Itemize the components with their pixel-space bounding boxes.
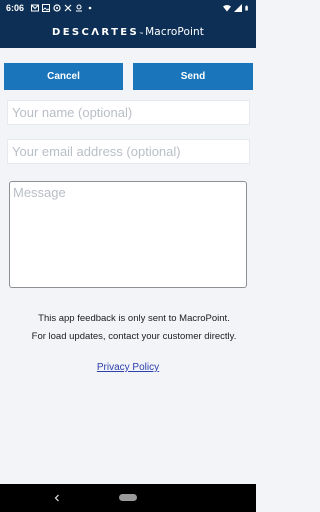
status-bar: 6:06 xyxy=(0,0,256,16)
battery-icon xyxy=(245,5,248,11)
navigation-bar xyxy=(0,484,256,512)
send-button[interactable]: Send xyxy=(133,63,253,90)
cancel-button[interactable]: Cancel xyxy=(4,63,123,90)
wifi-icon xyxy=(223,5,231,12)
notification-icons xyxy=(31,4,94,12)
sync-icon xyxy=(53,4,61,12)
location-icon xyxy=(76,4,83,12)
photo-icon xyxy=(42,4,51,12)
feedback-notice: This app feedback is only sent to MacroP… xyxy=(38,313,230,324)
status-time: 6:06 xyxy=(6,3,25,13)
home-pill-icon[interactable] xyxy=(119,494,137,501)
logo-trademark: ™ xyxy=(139,31,144,36)
back-icon[interactable] xyxy=(52,492,62,504)
signal-icon xyxy=(234,4,242,12)
privacy-policy-link[interactable]: Privacy Policy xyxy=(0,362,256,373)
message-textarea[interactable] xyxy=(9,181,247,288)
mail-icon xyxy=(31,4,40,12)
tools-icon xyxy=(64,4,72,12)
dot-icon xyxy=(88,6,92,10)
name-input[interactable] xyxy=(7,100,250,125)
app-header: DESCΛRTES ™ MacroPoint xyxy=(0,16,256,48)
load-updates-notice: For load updates, contact your customer … xyxy=(31,331,237,342)
descartes-macropoint-logo: DESCΛRTES ™ MacroPoint xyxy=(52,26,204,38)
logo-product: MacroPoint xyxy=(145,26,204,38)
logo-brand: DESCΛRTES xyxy=(52,27,140,38)
status-right xyxy=(223,4,250,12)
status-left: 6:06 xyxy=(6,3,94,13)
email-input[interactable] xyxy=(7,139,250,164)
